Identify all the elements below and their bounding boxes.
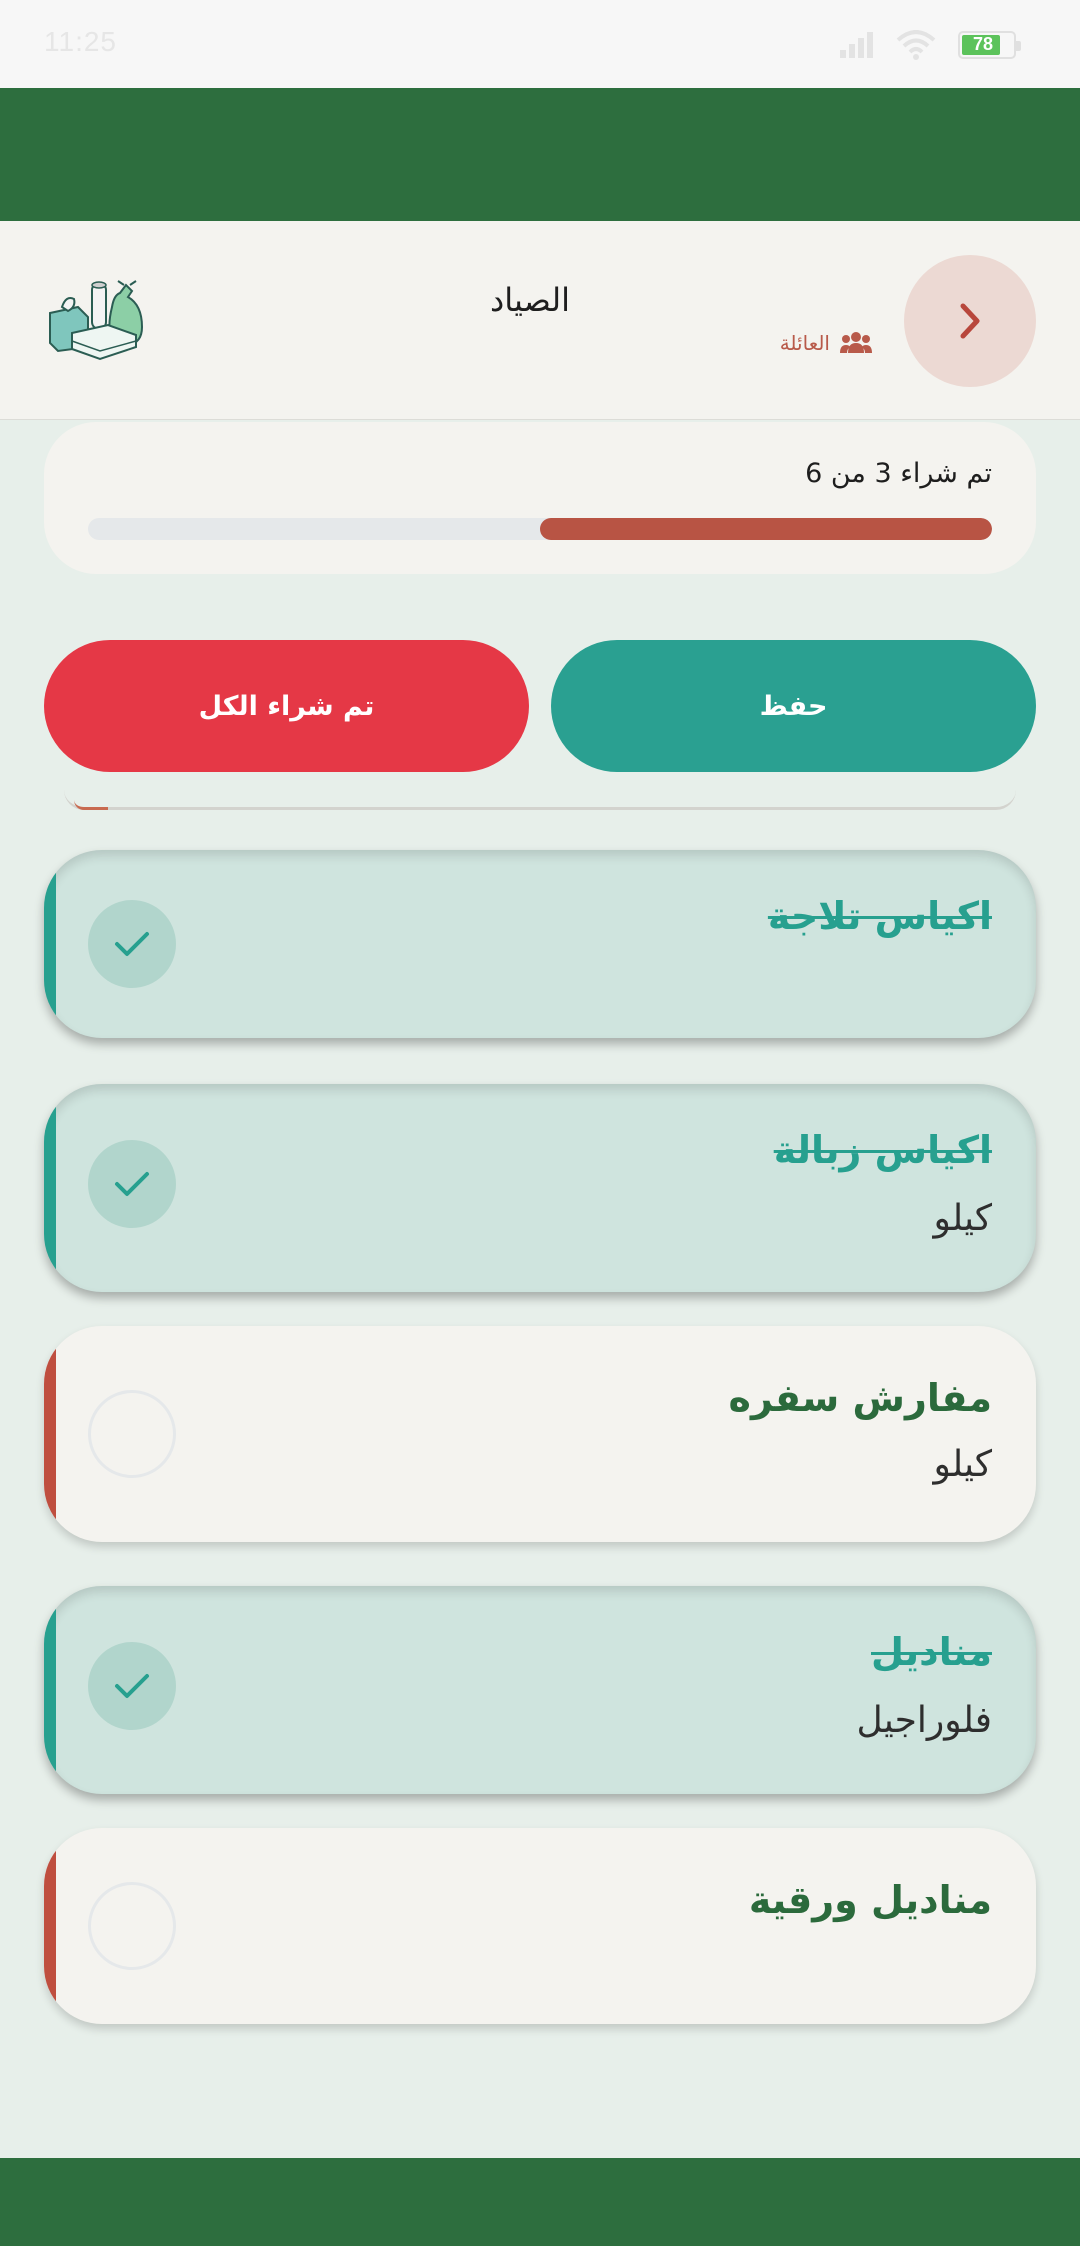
status-time: 11:25 [44, 26, 117, 57]
item-checkbox[interactable] [88, 1882, 176, 1970]
check-icon [115, 932, 149, 956]
save-button[interactable]: حفظ [551, 640, 1036, 772]
back-button[interactable] [904, 255, 1036, 387]
battery-percent: 78 [972, 34, 994, 54]
list-item-partial [64, 790, 1016, 810]
progress-card: تم شراء 3 من 6 [44, 422, 1036, 574]
item-checkbox[interactable] [88, 900, 176, 988]
family-label: العائلة [779, 331, 830, 355]
item-name: اكياس تلاجة [767, 894, 992, 938]
status-icons: 78 [840, 30, 1021, 60]
chevron-right-icon [960, 303, 980, 339]
household-supplies-logo [49, 280, 144, 361]
family-badge: العائلة [780, 331, 872, 355]
status-bar: 11:25 78 [0, 0, 1080, 88]
check-icon [115, 1674, 149, 1698]
list-item[interactable]: اكياس تلاجة [44, 850, 1036, 1038]
item-accent [44, 1326, 56, 1542]
progress-text: تم شراء 3 من 6 [805, 458, 992, 489]
item-name: مناديل ورقية [748, 1878, 992, 1922]
app-bar [0, 88, 1080, 221]
list-header: الصياد العائلة [0, 221, 1080, 420]
list-item[interactable]: مناديل ورقية [44, 1828, 1036, 2024]
users-icon [840, 332, 872, 353]
item-name: اكياس زبالة [773, 1128, 992, 1172]
item-accent [44, 850, 56, 1038]
item-name: مناديل [871, 1630, 992, 1674]
progress-fill [540, 518, 992, 540]
wifi-icon [896, 30, 936, 60]
battery-icon: 78 [958, 31, 1021, 59]
bottom-bar [0, 2158, 1080, 2246]
item-checkbox[interactable] [88, 1642, 176, 1730]
item-unit: كيلو [933, 1444, 992, 1485]
item-unit: فلوراجيل [856, 1700, 993, 1741]
page-title: الصياد [489, 281, 571, 319]
item-checkbox[interactable] [88, 1140, 176, 1228]
signal-icon [840, 32, 874, 58]
item-checkbox[interactable] [88, 1390, 176, 1478]
check-icon [115, 1172, 149, 1196]
list-item[interactable]: اكياس زبالة كيلو [44, 1084, 1036, 1292]
item-accent [44, 1084, 56, 1292]
item-accent [44, 1828, 56, 2024]
list-item[interactable]: مناديل فلوراجيل [44, 1586, 1036, 1794]
item-name: مفارش سفره [728, 1376, 992, 1420]
buy-all-button[interactable]: تم شراء الكل [44, 640, 529, 772]
item-accent [44, 1586, 56, 1794]
progress-track [88, 518, 992, 540]
list-item[interactable]: مفارش سفره كيلو [44, 1326, 1036, 1542]
item-unit: كيلو [933, 1198, 992, 1239]
